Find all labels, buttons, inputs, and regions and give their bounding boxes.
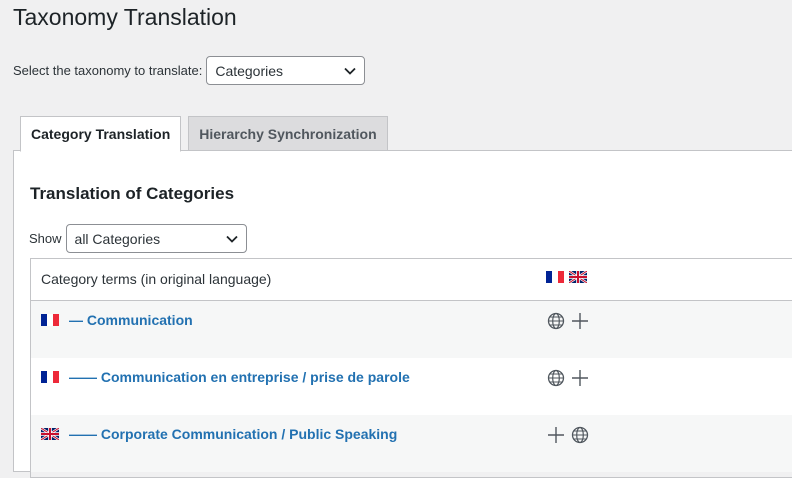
globe-icon[interactable] [547,369,565,387]
translation-panel: Translation of Categories Show all Categ… [13,150,792,478]
column-header-terms: Category terms (in original language) [41,271,272,287]
flag-fr-icon [41,371,59,383]
show-filter-row: Show all Categories [29,224,247,253]
table-row: — Communication [31,301,792,358]
globe-icon[interactable] [571,426,589,444]
tab-hierarchy-synchronization[interactable]: Hierarchy Synchronization [188,116,388,151]
row-actions [547,369,589,387]
row-actions [547,426,589,444]
show-filter-select[interactable]: all Categories [65,224,247,253]
plus-icon[interactable] [571,312,589,330]
plus-icon[interactable] [571,369,589,387]
table-row: —— Corporate Communication / Public Spea… [31,415,792,472]
flag-fr-icon [546,271,564,283]
chevron-down-icon [225,235,238,243]
table-header: Category terms (in original language) [31,259,792,301]
globe-icon[interactable] [547,312,565,330]
plus-icon[interactable] [547,426,565,444]
section-title: Translation of Categories [30,184,235,203]
term-link[interactable]: —— Corporate Communication / Public Spea… [69,426,397,442]
taxonomy-select-row: Select the taxonomy to translate: Catego… [13,56,366,85]
flag-uk-icon [41,428,59,440]
flag-uk-icon [569,271,587,283]
term-link[interactable]: —— Communication en entreprise / prise d… [69,369,410,385]
tab-bar: Category Translation Hierarchy Synchroni… [20,116,388,152]
show-filter-value: all Categories [74,230,161,247]
flag-fr-icon [41,314,59,326]
taxonomy-select[interactable]: Categories [206,56,366,85]
term-link[interactable]: — Communication [69,312,193,328]
show-filter-label: Show [29,231,62,246]
page-title: Taxonomy Translation [13,4,237,30]
table-row: —— Communication en entreprise / prise d… [31,358,792,415]
chevron-down-icon [344,67,356,75]
terms-table: Category terms (in original language) — … [30,258,792,478]
taxonomy-select-value: Categories [215,62,284,79]
row-actions [547,312,589,330]
tab-category-translation[interactable]: Category Translation [20,116,182,152]
language-flags [546,271,587,283]
taxonomy-select-label: Select the taxonomy to translate: [13,63,203,78]
